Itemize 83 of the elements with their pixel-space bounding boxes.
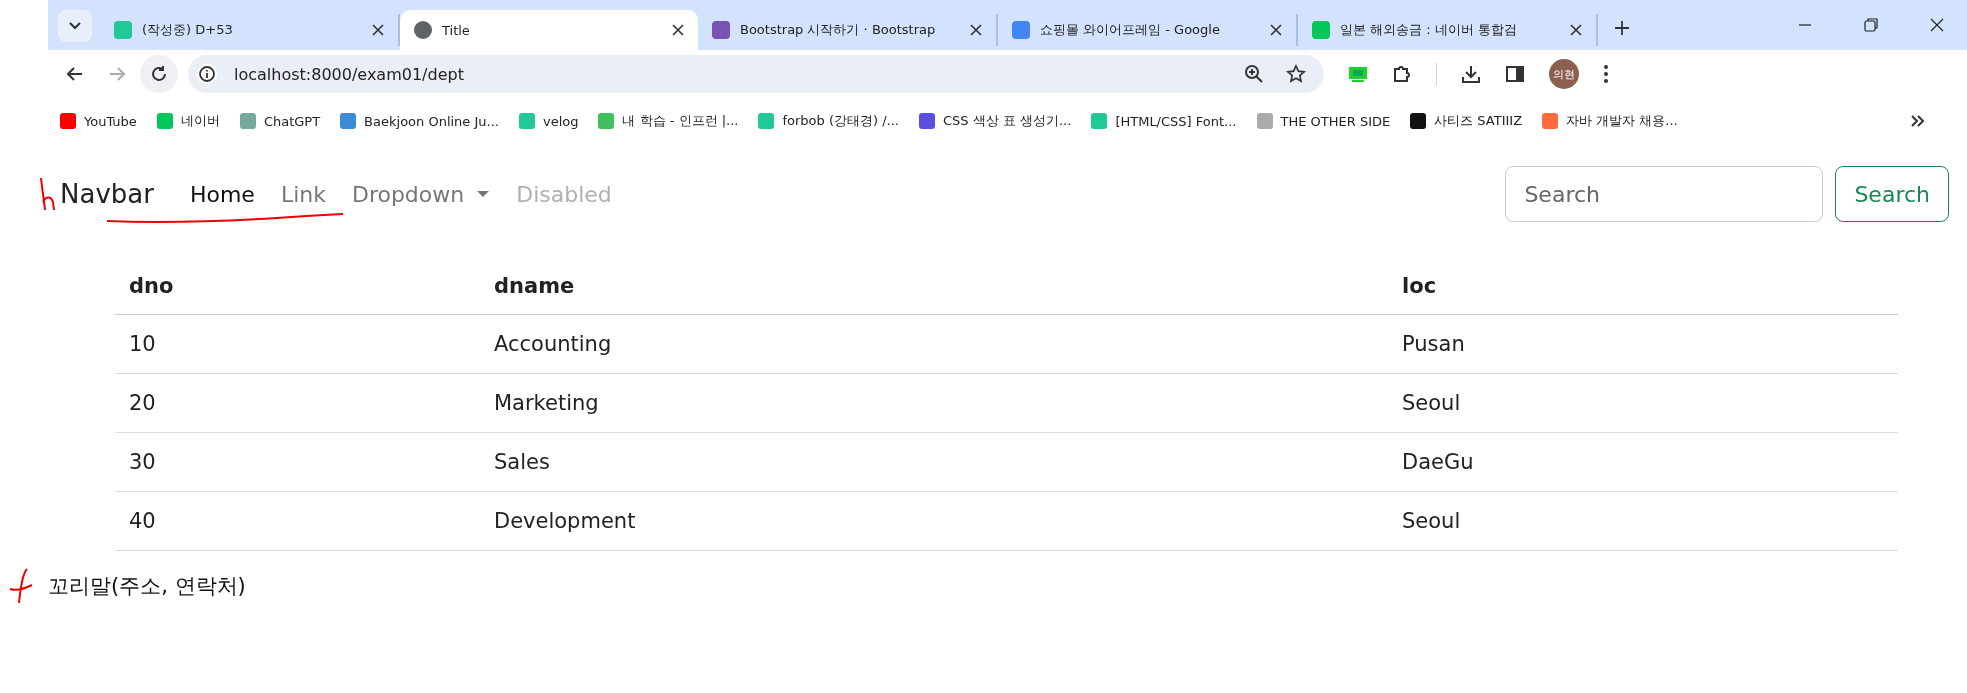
bookmark-label: velog — [542, 113, 579, 129]
close-icon[interactable] — [1570, 24, 1582, 36]
caret-icon — [476, 190, 491, 198]
browser-tab[interactable]: 일본 해외송금 : 네이버 통합검 — [1298, 14, 1598, 46]
url-text: localhost:8000/exam01/dept — [234, 64, 465, 84]
bookmark-label: THE OTHER SIDE — [1280, 113, 1391, 129]
search-button[interactable]: Search — [1835, 166, 1949, 222]
reload-icon — [150, 65, 168, 83]
table-cell: Seoul — [1388, 373, 1898, 433]
bookmark-label: YouTube — [84, 113, 137, 129]
side-panel-icon[interactable] — [1505, 65, 1525, 83]
bookmark-item[interactable]: 내 학습 - 인프런 |... — [598, 112, 739, 130]
handwritten-f-mark — [8, 567, 34, 605]
bookmark-label: 자바 개발자 채용... — [1566, 112, 1678, 130]
bookmark-item[interactable]: [HTML/CSS] Font... — [1091, 113, 1237, 129]
browser-tab[interactable]: Title — [400, 10, 698, 50]
bookmark-label: forbob (강태경) /... — [782, 112, 899, 130]
tab-search-button[interactable] — [58, 10, 92, 42]
tab-title: Bootstrap 시작하기 · Bootstrap — [740, 21, 937, 39]
reload-button[interactable] — [140, 55, 178, 93]
chevron-down-icon — [68, 21, 82, 31]
restore-icon[interactable] — [1863, 17, 1879, 33]
star-icon[interactable] — [1286, 64, 1306, 84]
close-icon[interactable] — [970, 24, 982, 36]
table-cell: Marketing — [480, 373, 1388, 433]
nav-link[interactable]: Home — [189, 181, 255, 207]
back-icon[interactable] — [66, 65, 84, 83]
table-cell: Pusan — [1388, 314, 1898, 374]
tab-title: Title — [442, 22, 471, 38]
close-icon[interactable] — [672, 24, 684, 36]
download-icon[interactable] — [1461, 64, 1481, 84]
nav-link[interactable]: Dropdown — [351, 181, 491, 207]
bookmark-item[interactable]: THE OTHER SIDE — [1256, 113, 1391, 129]
tab-title: (작성중) D+53 — [142, 21, 234, 39]
bookmark-item[interactable]: ChatGPT — [239, 113, 321, 129]
tab-title: 일본 해외송금 : 네이버 통합검 — [1340, 21, 1518, 39]
bookmark-item[interactable]: forbob (강태경) /... — [758, 112, 899, 130]
bookmark-label: [HTML/CSS] Font... — [1115, 113, 1237, 129]
bookmark-item[interactable]: velog — [518, 113, 579, 129]
zoom-icon[interactable] — [1244, 64, 1264, 84]
bookmark-item[interactable]: YouTube — [60, 113, 137, 129]
menu-icon[interactable] — [1603, 64, 1609, 84]
close-icon[interactable] — [372, 24, 384, 36]
column-header: loc — [1388, 258, 1898, 315]
table-cell: Sales — [480, 432, 1388, 492]
close-icon[interactable] — [1270, 24, 1282, 36]
bookmark-item[interactable]: CSS 색상 표 생성기... — [919, 112, 1072, 130]
profile-avatar[interactable]: 의현 — [1549, 59, 1579, 89]
navbar-brand[interactable]: Navbar — [60, 179, 154, 209]
column-header: dno — [115, 258, 480, 315]
table-cell: 40 — [115, 491, 480, 551]
bookmark-item[interactable]: 네이버 — [156, 112, 220, 130]
column-header: dname — [480, 258, 1388, 315]
browser-tab[interactable]: 쇼핑몰 와이어프레임 - Google — [998, 14, 1298, 46]
search-field[interactable]: Search — [1505, 166, 1824, 222]
tab-title: 쇼핑몰 와이어프레임 - Google — [1040, 21, 1221, 39]
bookmark-label: CSS 색상 표 생성기... — [943, 112, 1072, 130]
table-cell: Development — [480, 491, 1388, 551]
handwritten-h-mark — [38, 176, 58, 212]
info-icon — [196, 63, 218, 85]
footer-text: 꼬리말(주소, 연락처) — [48, 573, 246, 600]
nav-link[interactable]: Link — [280, 181, 326, 207]
table-cell: 30 — [115, 432, 480, 492]
table-cell: 20 — [115, 373, 480, 433]
bookmark-label: 사티즈 SATIIIZ — [1434, 112, 1523, 130]
table-cell: Seoul — [1388, 491, 1898, 551]
chevrons-right-icon[interactable] — [1911, 115, 1925, 127]
bookmark-item[interactable]: 자바 개발자 채용... — [1542, 112, 1678, 130]
table-cell: DaeGu — [1388, 432, 1898, 492]
bookmark-label: 내 학습 - 인프런 |... — [622, 112, 739, 130]
browser-tab[interactable]: Bootstrap 시작하기 · Bootstrap — [698, 14, 998, 46]
close-icon[interactable] — [1929, 17, 1945, 33]
bookmark-label: ChatGPT — [263, 113, 321, 129]
bookmark-item[interactable]: 사티즈 SATIIIZ — [1410, 112, 1523, 130]
screen-icon[interactable] — [1348, 66, 1368, 82]
bookmark-label: 네이버 — [180, 112, 220, 130]
address-bar[interactable]: localhost:8000/exam01/dept — [188, 55, 1324, 93]
table-cell: 10 — [115, 314, 480, 374]
puzzle-icon[interactable] — [1392, 64, 1412, 84]
new-tab-icon[interactable] — [1614, 20, 1630, 36]
bookmark-label: Baekjoon Online Ju... — [364, 113, 499, 129]
table-cell: Accounting — [480, 314, 1388, 374]
bookmark-item[interactable]: Baekjoon Online Ju... — [340, 113, 499, 129]
